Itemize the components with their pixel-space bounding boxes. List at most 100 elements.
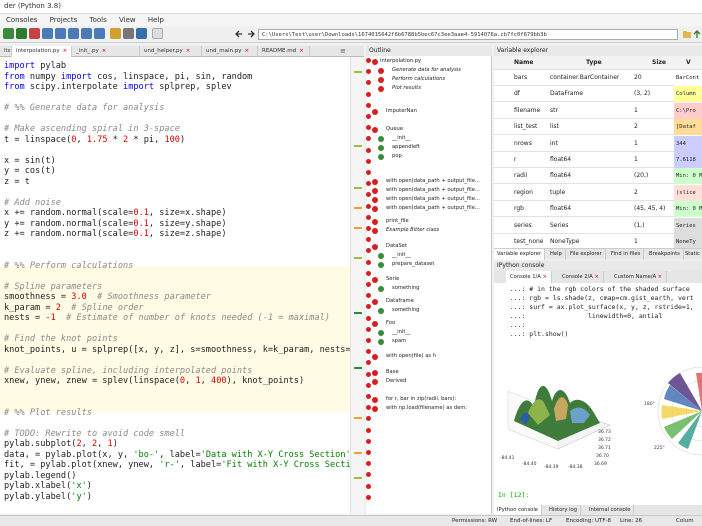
outline-item[interactable]: Example Bitter class	[386, 227, 439, 233]
code-editor[interactable]: import pylab from numpy import cos, linsp…	[0, 57, 364, 514]
variable-row[interactable]: bars container.BarContainer 20 BarCont	[494, 70, 702, 86]
outline-item[interactable]: something	[392, 285, 419, 291]
outline-item[interactable]: with np.load(filename) as dem:	[386, 405, 467, 411]
outline-item[interactable]: appendleft	[392, 144, 420, 150]
outline-item[interactable]: Serie	[386, 276, 399, 282]
outline-item[interactable]: DataSet	[386, 243, 407, 249]
warning-marker	[354, 477, 362, 479]
close-tab-icon[interactable]: ×	[63, 48, 68, 54]
step-into-icon[interactable]	[55, 28, 66, 39]
variable-row[interactable]: radii float64 (20,) Min: 0 Max: 9	[494, 168, 702, 185]
variable-row[interactable]: df DataFrame (3, 2) Column	[494, 86, 702, 103]
console-prompt[interactable]: In [12]:	[498, 491, 529, 500]
variable-row[interactable]: test_none NoneType 1 NoneTy	[494, 234, 702, 248]
outline-item[interactable]: __init__	[392, 252, 411, 258]
tab-find-in-files[interactable]: Find in files	[608, 249, 645, 260]
tab-variable-explorer[interactable]: Variable explorer	[494, 249, 546, 260]
outline-item[interactable]: for r, bar in zip(radii, bars):	[386, 396, 456, 402]
outline-item[interactable]: with open(data_path + output_file...	[386, 205, 480, 211]
column-header-name[interactable]: Name	[514, 56, 533, 70]
outline-item[interactable]: print_file	[386, 218, 409, 224]
outline-item[interactable]: Queue	[386, 126, 403, 132]
variable-row[interactable]: rgb float64 (45, 45, 4) Min: 0 Max: 0	[494, 201, 702, 218]
working-directory-input[interactable]: C:\Users\Test\user\Downloads\1674015642f…	[258, 29, 678, 40]
maximize-pane-icon[interactable]	[110, 28, 121, 39]
python-path-icon[interactable]	[136, 28, 147, 39]
tab-console-1[interactable]: Console 1/A ×	[506, 271, 552, 283]
tab-file-explorer[interactable]: File explorer	[567, 249, 606, 260]
tab-interpolation[interactable]: interpolation.py ×	[12, 46, 72, 57]
editor-scrollbar[interactable]	[350, 57, 364, 514]
tab-static[interactable]: Static	[682, 249, 702, 260]
stop-icon[interactable]	[94, 28, 105, 39]
forward-arrow-icon[interactable]	[246, 29, 256, 39]
outline-item[interactable]: Derived	[386, 378, 406, 384]
go-up-icon[interactable]	[693, 29, 702, 39]
outline-item[interactable]: __init__	[392, 135, 411, 141]
outline-item[interactable]: Generate data for analysis	[392, 67, 461, 73]
close-tab-icon[interactable]: ×	[244, 48, 249, 54]
outline-item[interactable]: something	[392, 307, 419, 313]
tab-lts[interactable]: lts	[0, 46, 12, 57]
tab-custom-name[interactable]: Custom Name/A ×	[610, 271, 668, 283]
variable-row[interactable]: r float64 1 7.6118	[494, 152, 702, 168]
menu-consoles[interactable]: Consoles	[6, 14, 37, 26]
tab-console-2[interactable]: Console 2/A ×	[558, 271, 604, 283]
tab-breakpoints[interactable]: Breakpoints	[646, 249, 684, 260]
tab-und-main[interactable]: und_main.py ×	[202, 46, 258, 57]
tab-readme[interactable]: README.md ×	[258, 46, 310, 57]
outline-item[interactable]: Foo	[386, 320, 395, 326]
variable-row[interactable]: nrows int 1 344	[494, 135, 702, 152]
ipython-console[interactable]: ...: # in the rgb colors of the shaded s…	[494, 283, 702, 505]
menu-view[interactable]: View	[119, 14, 136, 26]
outline-item[interactable]: spam	[392, 338, 406, 344]
run-cell-icon[interactable]	[16, 28, 27, 39]
outline-item[interactable]: pop	[392, 153, 402, 159]
variable-row[interactable]: filename str 1 C:\Pro	[494, 102, 702, 119]
close-tab-icon[interactable]: ×	[658, 274, 662, 280]
outline-item[interactable]: with open(data_path + output_file...	[386, 178, 480, 184]
close-tab-icon[interactable]: ×	[102, 48, 107, 54]
close-tab-icon[interactable]: ×	[595, 274, 599, 280]
step-icon[interactable]	[42, 28, 53, 39]
menu-tools[interactable]: Tools	[90, 14, 107, 26]
outline-item[interactable]: Plot results	[392, 85, 421, 91]
tab-und-helper[interactable]: und_helper.py ×	[140, 46, 202, 57]
continue-icon[interactable]	[81, 28, 92, 39]
variable-row[interactable]: series Series (1,) Series	[494, 217, 702, 234]
folder-icon[interactable]	[682, 29, 692, 39]
column-header-value[interactable]: V	[686, 56, 691, 70]
close-tab-icon[interactable]: ×	[299, 48, 304, 54]
code-token: data, = pylab.plot(x, y,	[4, 449, 134, 460]
outline-item[interactable]: Base	[386, 369, 399, 375]
menu-projects[interactable]: Projects	[50, 14, 78, 26]
outline-item[interactable]: Perform calculations	[392, 76, 445, 82]
outline-item[interactable]: interpolation.py	[380, 58, 421, 64]
outline-item[interactable]: Dataframe	[386, 298, 414, 304]
tab-init[interactable]: _init_.py ×	[72, 46, 140, 57]
tab-help[interactable]: Help	[547, 249, 566, 260]
preferences-icon[interactable]	[123, 28, 134, 39]
outline-item[interactable]: prepare_dataset	[392, 261, 434, 267]
outline-pane: interpolation.py Generate data for analys…	[366, 56, 492, 514]
dropdown-icon[interactable]	[152, 28, 163, 39]
browse-tabs-icon[interactable]: ≡	[340, 47, 346, 55]
outline-item[interactable]: with open(data_path + output_file...	[386, 196, 480, 202]
run-icon[interactable]	[3, 28, 14, 39]
close-tab-icon[interactable]: ×	[186, 48, 191, 54]
outline-item[interactable]: __init__	[392, 329, 411, 335]
close-tab-icon[interactable]: ×	[543, 274, 547, 280]
variable-row[interactable]: region tuple 2 (slice	[494, 184, 702, 201]
column-header-size[interactable]: Size	[652, 56, 666, 70]
outline-item[interactable]: with open(data_path + output_file...	[386, 187, 480, 193]
variable-row[interactable]: list_test list 2 [Dataf	[494, 119, 702, 136]
variable-name: nrows	[514, 139, 532, 147]
step-return-icon[interactable]	[68, 28, 79, 39]
debug-icon[interactable]	[29, 28, 40, 39]
menu-help[interactable]: Help	[148, 14, 164, 26]
column-header-type[interactable]: Type	[586, 56, 602, 70]
back-arrow-icon[interactable]	[234, 29, 244, 39]
outline-item[interactable]: with open(file) as h	[386, 353, 436, 359]
outline-item[interactable]: ImputerNan	[386, 108, 417, 114]
class-icon	[372, 406, 378, 412]
